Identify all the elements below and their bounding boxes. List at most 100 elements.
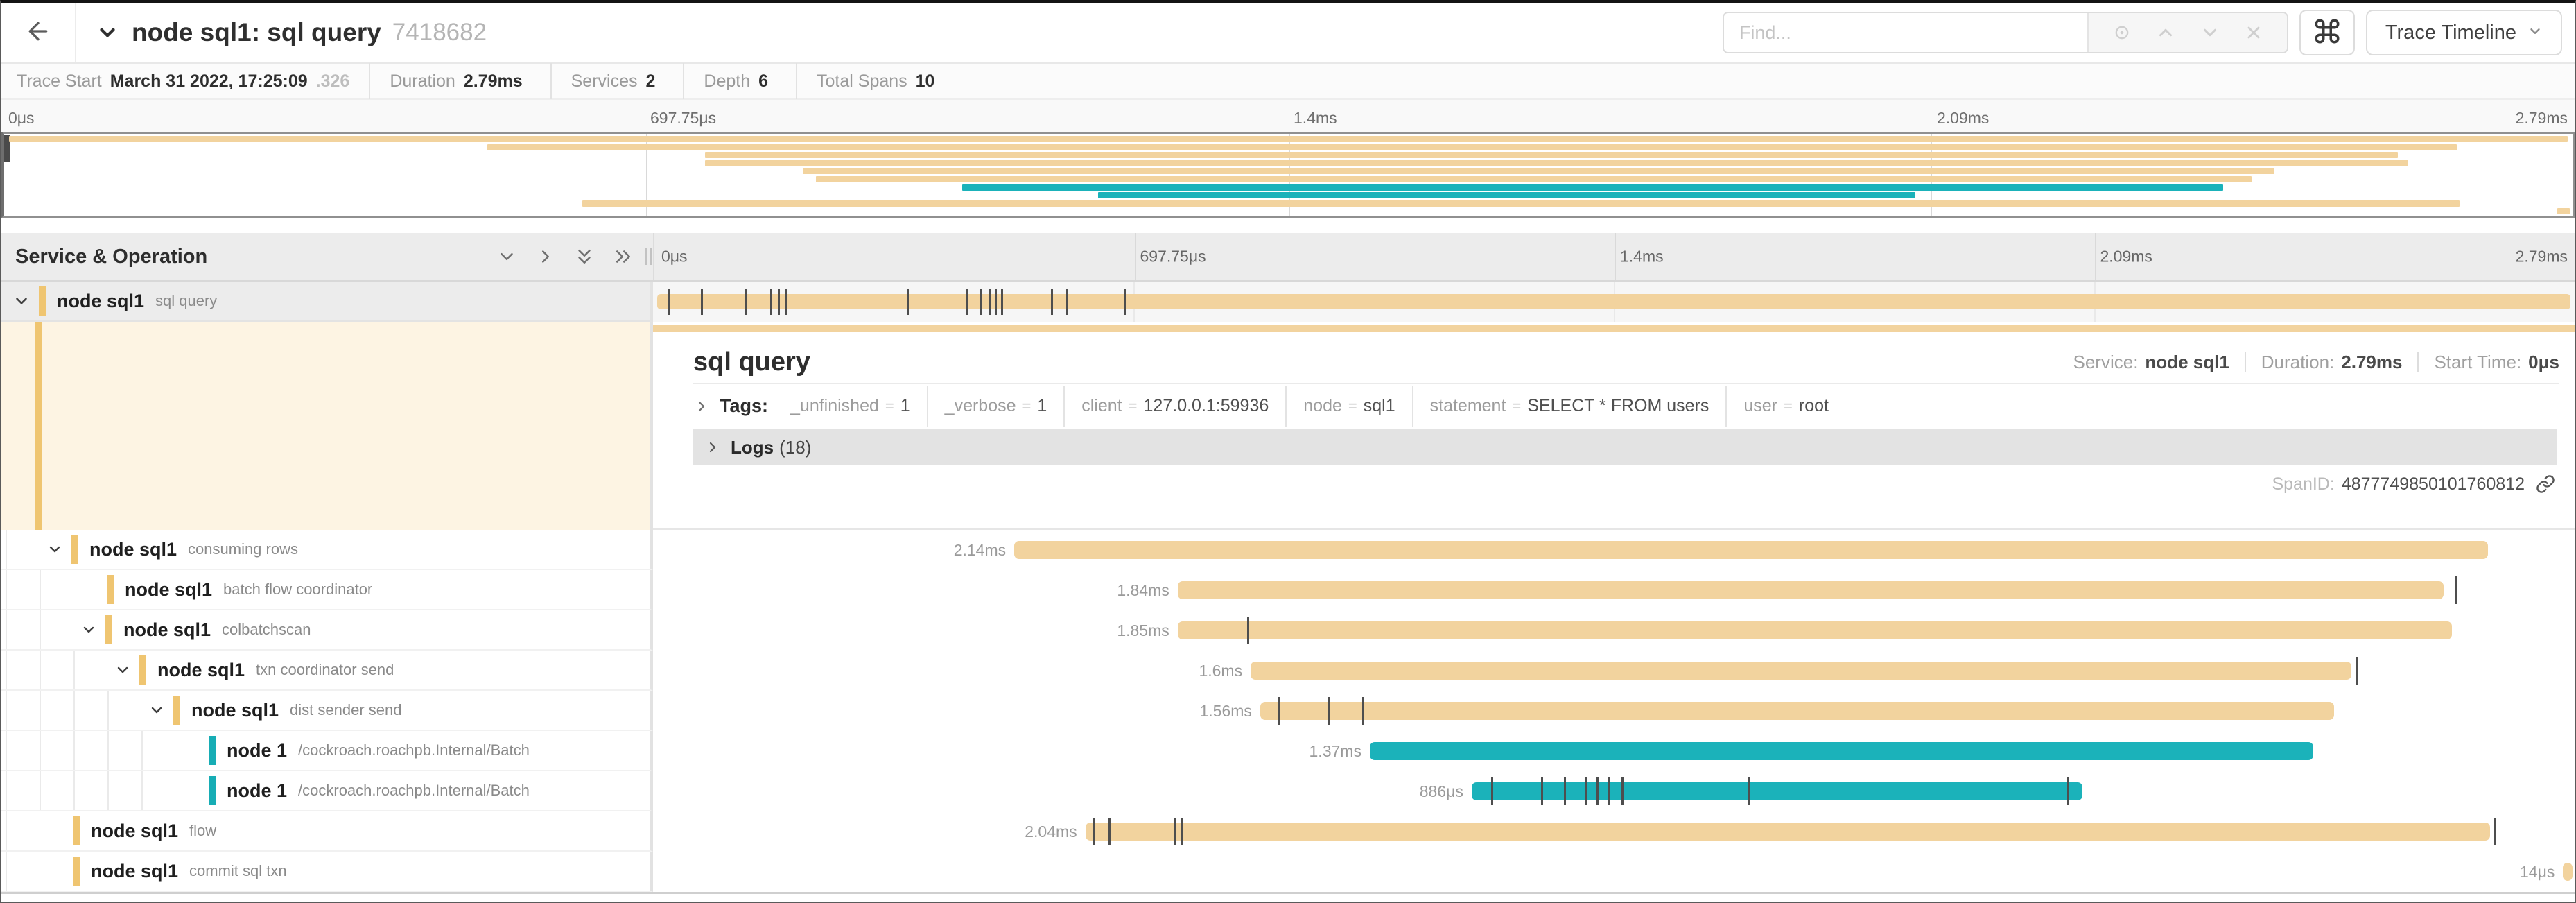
indent-guides xyxy=(6,811,40,850)
log-marker xyxy=(907,289,909,315)
span-rows-container: node sql1consuming rows2.14msnode sql1ba… xyxy=(1,530,2575,892)
duration-label: Duration: xyxy=(2261,352,2335,373)
expand-one-icon[interactable] xyxy=(535,246,556,267)
span-service-name: node sql1 xyxy=(123,619,211,641)
logs-row[interactable]: Logs (18) xyxy=(693,429,2557,465)
span-row[interactable]: node sql1commit sql txn14μs xyxy=(1,852,2575,892)
span-bar[interactable] xyxy=(657,294,2571,309)
column-resize-handle[interactable] xyxy=(643,233,653,280)
span-bar-cell[interactable]: 1.37ms xyxy=(653,731,2575,771)
span-bar-cell[interactable]: 1.56ms xyxy=(653,691,2575,731)
span-tree-cell[interactable]: node sql1consuming rows xyxy=(1,530,653,570)
span-row[interactable]: node sql1 colbatchscan 1.85ms xyxy=(1,610,2575,651)
minimap-span-bar xyxy=(962,184,2223,191)
span-bar[interactable] xyxy=(1178,621,2452,639)
span-row[interactable]: node 1/cockroach.roachpb.Internal/Batch8… xyxy=(1,771,2575,811)
span-bar[interactable] xyxy=(1014,541,2488,559)
chevron-down-icon xyxy=(2527,22,2543,44)
collapse-controls xyxy=(496,246,634,267)
divider xyxy=(2417,352,2419,372)
span-bar[interactable] xyxy=(1370,742,2313,760)
find-input[interactable] xyxy=(1724,13,2087,52)
tag-item[interactable]: node=sql1 xyxy=(1287,386,1413,427)
span-operation-name: flow xyxy=(189,822,216,840)
view-selector-label: Trace Timeline xyxy=(2385,22,2516,44)
span-operation-name: /cockroach.roachpb.Internal/Batch xyxy=(298,782,530,800)
span-bar[interactable] xyxy=(1251,662,2351,680)
span-extent-strip xyxy=(653,325,2575,332)
span-tree-cell[interactable]: node 1/cockroach.roachpb.Internal/Batch xyxy=(1,771,653,811)
span-bar[interactable] xyxy=(1086,823,2490,841)
span-row[interactable]: node sql1txn coordinator send1.6ms xyxy=(1,651,2575,691)
span-bar-cell[interactable]: 2.04ms xyxy=(653,811,2575,852)
span-tree-cell[interactable]: node sql1 colbatchscan xyxy=(1,610,653,651)
span-tree-cell[interactable]: node 1/cockroach.roachpb.Internal/Batch xyxy=(1,731,653,771)
collapse-all-icon[interactable] xyxy=(574,246,595,267)
span-color-indicator xyxy=(73,816,80,845)
span-bar[interactable] xyxy=(1260,702,2335,720)
span-bar-cell[interactable]: 1.6ms xyxy=(653,651,2575,691)
span-bar-cell[interactable]: 1.85ms xyxy=(653,610,2575,651)
link-icon[interactable] xyxy=(2536,474,2555,494)
span-tree-cell[interactable]: node sql1batch flow coordinator xyxy=(1,570,653,610)
log-marker xyxy=(778,289,780,315)
log-marker xyxy=(2067,777,2069,805)
span-color-indicator xyxy=(39,286,46,316)
chevron-down-icon[interactable] xyxy=(12,292,31,310)
arrow-left-icon xyxy=(24,17,52,49)
collapse-one-icon[interactable] xyxy=(496,246,517,267)
tag-item[interactable]: client=127.0.0.1:59936 xyxy=(1065,386,1287,427)
span-row[interactable]: node 1/cockroach.roachpb.Internal/Batch1… xyxy=(1,731,2575,771)
span-row[interactable]: node sql1consuming rows2.14ms xyxy=(1,530,2575,570)
tags-row[interactable]: Tags: _unfinished=1_verbose=1client=127.… xyxy=(693,386,2559,427)
trace-title-group[interactable]: node sql1: sql query 7418682 xyxy=(96,18,487,47)
prev-result-icon[interactable] xyxy=(2155,22,2176,43)
clear-search-icon[interactable] xyxy=(2244,23,2263,42)
start-time-label: Start Time: xyxy=(2434,352,2521,373)
back-button[interactable] xyxy=(1,3,76,62)
tag-item[interactable]: _unfinished=1 xyxy=(774,386,928,427)
span-bar-cell[interactable]: 886μs xyxy=(653,771,2575,811)
span-operation-name: colbatchscan xyxy=(222,621,311,639)
log-marker xyxy=(1108,818,1111,845)
chevron-down-icon[interactable] xyxy=(114,662,131,678)
span-bar-cell[interactable]: 14μs xyxy=(653,852,2575,892)
span-tree-cell[interactable]: node sql1commit sql txn xyxy=(1,852,653,892)
expand-all-icon[interactable] xyxy=(613,246,634,267)
span-tree-cell[interactable]: node sql1flow xyxy=(1,811,653,852)
timeline-gridline xyxy=(2095,233,2096,280)
span-service-name: node sql1 xyxy=(191,700,279,721)
span-id-label: SpanID: xyxy=(2272,474,2334,495)
tag-item[interactable]: statement=SELECT * FROM users xyxy=(1413,386,1728,427)
page-header: node sql1: sql query 7418682 xyxy=(1,3,2575,64)
span-row[interactable]: node sql1dist sender send1.56ms xyxy=(1,691,2575,731)
span-bar[interactable] xyxy=(1178,581,2444,599)
span-detail-stats: Service:node sql1 Duration:2.79ms Start … xyxy=(2073,352,2560,373)
span-tree-cell[interactable]: node sql1 sql query xyxy=(1,282,653,322)
command-icon xyxy=(2313,17,2342,49)
chevron-down-icon[interactable] xyxy=(46,541,63,558)
tag-item[interactable]: _verbose=1 xyxy=(928,386,1065,427)
span-row[interactable]: node sql1flow2.04ms xyxy=(1,811,2575,852)
tag-item[interactable]: user=root xyxy=(1727,386,1845,427)
span-row[interactable]: node sql1 sql query xyxy=(1,282,2575,322)
log-marker xyxy=(966,289,968,315)
span-operation-name: commit sql txn xyxy=(189,862,287,880)
span-bar-cell[interactable]: 1.84ms xyxy=(653,570,2575,610)
span-tree-cell[interactable]: node sql1dist sender send xyxy=(1,691,653,731)
chevron-down-icon[interactable] xyxy=(148,702,165,719)
span-bar-cell[interactable]: 2.14ms xyxy=(653,530,2575,570)
span-row[interactable]: node sql1batch flow coordinator1.84ms xyxy=(1,570,2575,610)
log-marker xyxy=(668,289,670,315)
trace-minimap[interactable] xyxy=(1,132,2575,218)
indent-guides xyxy=(6,530,40,569)
chevron-down-icon[interactable] xyxy=(80,621,97,638)
log-marker xyxy=(1124,289,1126,315)
view-selector-button[interactable]: Trace Timeline xyxy=(2366,10,2562,55)
span-bar[interactable] xyxy=(2563,863,2573,881)
next-result-icon[interactable] xyxy=(2200,22,2220,43)
keyboard-shortcuts-button[interactable] xyxy=(2299,10,2355,55)
span-tree-cell[interactable]: node sql1txn coordinator send xyxy=(1,651,653,691)
span-bar-cell[interactable] xyxy=(653,282,2575,322)
match-target-icon[interactable] xyxy=(2112,23,2132,42)
